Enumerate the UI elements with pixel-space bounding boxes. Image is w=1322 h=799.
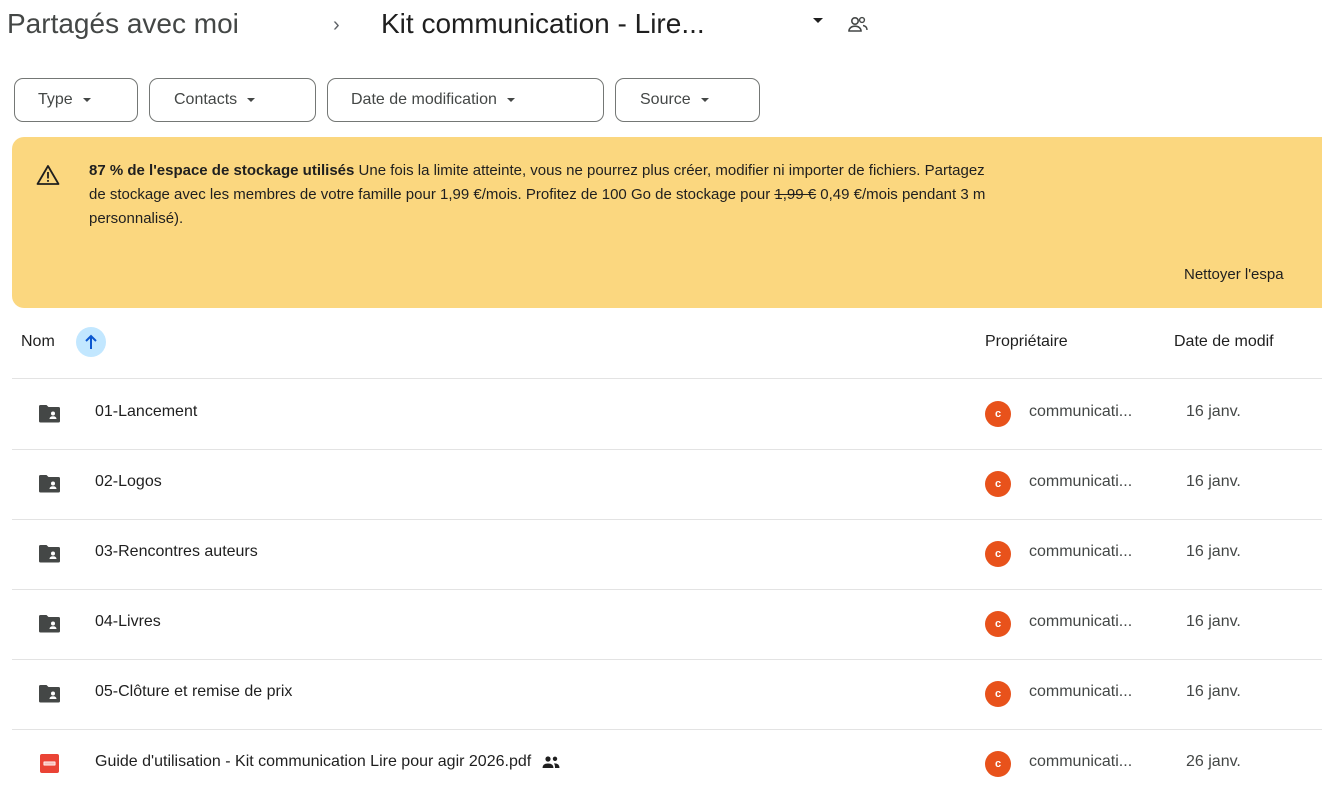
chevron-down-icon [506,98,515,102]
banner-text-3: 0,49 €/mois pendant 3 m [816,186,986,203]
owner-name: communicati... [1029,613,1133,630]
banner-bold-text: 87 % de l'espace de stockage utilisés [89,162,355,179]
filter-type-label: Type [38,91,73,108]
avatar: c [985,751,1011,777]
clean-storage-button[interactable]: Nettoyer l'espa [1184,266,1284,283]
file-name: 01-Lancement [95,403,198,420]
banner-text-2: de stockage avec les membres de votre fa… [89,186,775,203]
owner-name: communicati... [1029,753,1133,770]
owner-name: communicati... [1029,543,1133,560]
filter-source-chip[interactable]: Source [615,78,760,122]
owner-name: communicati... [1029,403,1133,420]
header: Partagés avec moi › Kit communication - … [0,0,1322,60]
breadcrumb-separator: › [333,14,340,36]
shared-folder-icon [39,544,60,563]
table-row[interactable]: Guide d'utilisation - Kit communication … [12,729,1322,799]
avatar: c [985,681,1011,707]
modified-date: 26 janv. [1186,753,1241,770]
chevron-down-icon [247,98,256,102]
banner-text-1: Une fois la limite atteinte, vous ne pou… [354,162,985,179]
table-row[interactable]: 01-Lancement c communicati... 16 janv. [12,379,1322,449]
banner-old-price: 1,99 € [774,186,817,203]
avatar: c [985,611,1011,637]
filter-source-label: Source [640,91,691,108]
shared-icon [541,755,561,769]
shared-folder-icon [39,404,60,423]
file-name-with-badge: Guide d'utilisation - Kit communication … [95,753,561,771]
column-header-name[interactable]: Nom [21,333,55,351]
owner-name: communicati... [1029,473,1133,490]
breadcrumb-current[interactable]: Kit communication - Lire... [381,8,705,40]
table-row[interactable]: 05-Clôture et remise de prix c communica… [12,659,1322,729]
shared-folder-icon [39,684,60,703]
filter-type-chip[interactable]: Type [14,78,138,122]
modified-date: 16 janv. [1186,683,1241,700]
modified-date: 16 janv. [1186,403,1241,420]
shared-folder-icon [39,614,60,633]
column-header-owner[interactable]: Propriétaire [985,333,1068,351]
file-name: Guide d'utilisation - Kit communication … [95,753,532,770]
arrow-up-icon [85,334,97,349]
avatar: c [985,541,1011,567]
file-name: 04-Livres [95,613,161,630]
owner-name: communicati... [1029,683,1133,700]
table-row[interactable]: 04-Livres c communicati... 16 janv. [12,589,1322,659]
filter-contacts-label: Contacts [174,91,238,108]
warning-icon [36,164,60,186]
banner-message: 87 % de l'espace de stockage utilisés Un… [89,159,1322,231]
banner-text-4: personnalisé). [89,210,184,227]
breadcrumb-root[interactable]: Partagés avec moi [7,8,239,40]
pdf-icon [39,754,60,773]
storage-warning-banner: 87 % de l'espace de stockage utilisés Un… [12,137,1322,308]
chevron-down-icon [82,98,91,102]
table-row[interactable]: 02-Logos c communicati... 16 janv. [12,449,1322,519]
modified-date: 16 janv. [1186,473,1241,490]
filter-contacts-chip[interactable]: Contacts [149,78,316,122]
chevron-down-icon [700,98,709,102]
folder-menu-caret-icon[interactable] [813,18,823,23]
avatar: c [985,401,1011,427]
avatar: c [985,471,1011,497]
column-header-date[interactable]: Date de modif [1174,333,1274,351]
file-name: 05-Clôture et remise de prix [95,683,293,700]
filter-date-label: Date de modification [351,91,497,108]
modified-date: 16 janv. [1186,543,1241,560]
filter-date-chip[interactable]: Date de modification [327,78,604,122]
sort-ascending-button[interactable] [76,327,106,357]
file-name: 03-Rencontres auteurs [95,543,258,560]
shared-folder-icon[interactable] [846,14,870,36]
table-row[interactable]: 03-Rencontres auteurs c communicati... 1… [12,519,1322,589]
modified-date: 16 janv. [1186,613,1241,630]
shared-folder-icon [39,474,60,493]
file-name: 02-Logos [95,473,162,490]
